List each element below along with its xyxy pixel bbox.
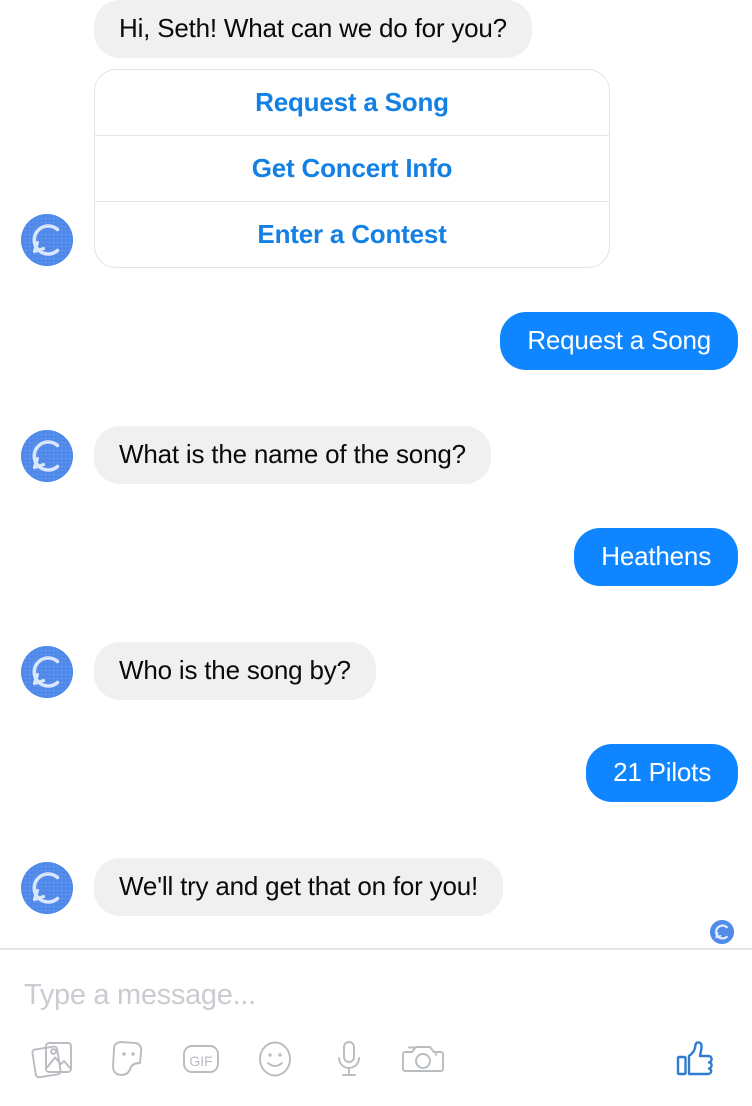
message-row-bot-song-name: What is the name of the song? <box>0 426 752 484</box>
message-bubble-bot: Hi, Seth! What can we do for you? <box>94 0 532 58</box>
message-bubble-bot: Who is the song by? <box>94 642 376 700</box>
quick-reply-get-concert-info[interactable]: Get Concert Info <box>95 135 609 201</box>
message-row-bot-song-by: Who is the song by? <box>0 642 752 700</box>
message-group-bot-intro: Hi, Seth! What can we do for you? Reques… <box>0 0 752 268</box>
chat-bubble-c-logo-icon <box>21 646 73 698</box>
message-row-user-heathens: Heathens <box>0 528 752 586</box>
thumbs-up-icon[interactable] <box>666 1030 724 1088</box>
message-bubble-bot: We'll try and get that on for you! <box>94 858 503 916</box>
message-composer: GIF <box>0 948 752 1106</box>
message-input[interactable] <box>24 972 732 1018</box>
chat-bubble-c-logo-icon <box>21 862 73 914</box>
avatar-slot <box>0 430 94 484</box>
avatar-slot <box>0 646 94 700</box>
conversation-thread[interactable]: Hi, Seth! What can we do for you? Reques… <box>0 0 752 948</box>
chat-bubble-c-logo-icon <box>21 430 73 482</box>
camera-icon[interactable] <box>394 1030 452 1088</box>
quick-reply-card: Request a Song Get Concert Info Enter a … <box>94 69 610 268</box>
message-bubble-bot: What is the name of the song? <box>94 426 491 484</box>
bot-message-stack: Hi, Seth! What can we do for you? Reques… <box>94 0 610 268</box>
seen-indicator-row <box>0 920 752 944</box>
chat-bubble-c-logo-icon <box>21 214 73 266</box>
message-bubble-user: Request a Song <box>500 312 738 370</box>
emoji-smiley-icon[interactable] <box>246 1030 304 1088</box>
avatar-slot <box>0 214 94 268</box>
sticker-icon[interactable] <box>98 1030 156 1088</box>
seen-avatar-icon <box>710 920 734 944</box>
message-bubble-user: Heathens <box>574 528 738 586</box>
gif-icon[interactable]: GIF <box>172 1030 230 1088</box>
message-row-user-request-a-song: Request a Song <box>0 312 752 370</box>
message-row-bot-closing: We'll try and get that on for you! <box>0 858 752 916</box>
photo-gallery-icon[interactable] <box>24 1030 82 1088</box>
quick-reply-request-a-song[interactable]: Request a Song <box>95 70 609 135</box>
message-bubble-user: 21 Pilots <box>586 744 738 802</box>
messenger-chat-window: Hi, Seth! What can we do for you? Reques… <box>0 0 752 1106</box>
composer-toolbar: GIF <box>24 1028 732 1090</box>
avatar-slot <box>0 862 94 916</box>
quick-reply-enter-a-contest[interactable]: Enter a Contest <box>95 201 609 267</box>
gif-label: GIF <box>189 1053 212 1069</box>
message-row-user-21-pilots: 21 Pilots <box>0 744 752 802</box>
microphone-icon[interactable] <box>320 1030 378 1088</box>
